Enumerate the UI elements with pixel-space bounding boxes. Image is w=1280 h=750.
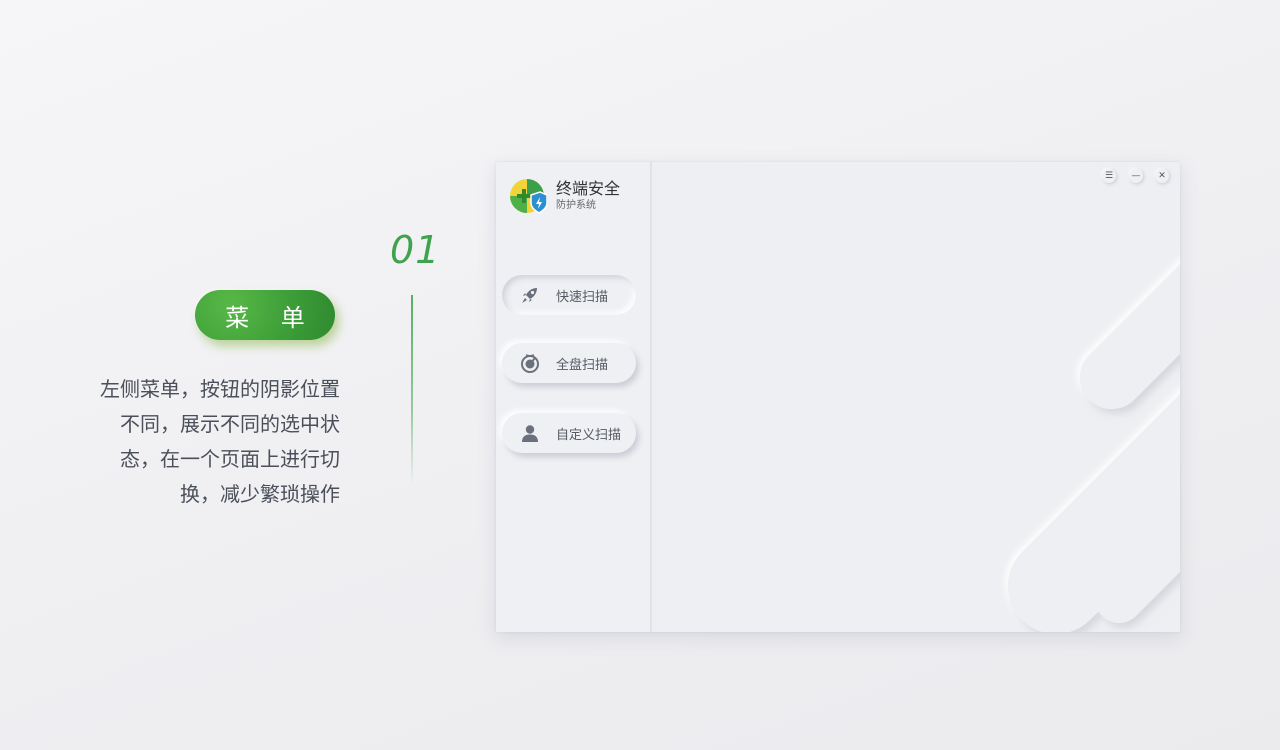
- description-line: 态，在一个页面上进行切: [120, 447, 340, 471]
- nav-custom-scan-button[interactable]: 自定义扫描: [502, 413, 636, 453]
- brand-subtitle: 防护系统: [556, 200, 596, 211]
- step-divider: [411, 295, 413, 485]
- description: 左侧菜单，按钮的阴影位置 不同，展示不同的选中状 态，在一个页面上进行切 换，减…: [60, 372, 340, 512]
- user-icon: [519, 422, 541, 444]
- step-number: 01: [390, 228, 441, 272]
- nav-label: 全盘扫描: [556, 357, 609, 373]
- nav-full-scan-button[interactable]: 全盘扫描: [502, 343, 636, 383]
- settings-button[interactable]: ☰: [1102, 169, 1116, 183]
- radar-icon: [519, 352, 541, 374]
- nav-quick-scan-button[interactable]: 快速扫描: [502, 275, 636, 315]
- main-content: ☰ — ✕: [652, 162, 1180, 632]
- brand: 终端安全 防护系统: [509, 177, 620, 215]
- decorative-stripes: [1007, 264, 1180, 632]
- rocket-icon: [519, 284, 541, 306]
- nav-label: 快速扫描: [556, 289, 609, 305]
- app-window: 终端安全 防护系统 快速扫描 全盘扫描 自定义扫描 ☰ — ✕: [496, 162, 1180, 632]
- menu-label-pill: 菜 单: [195, 290, 335, 340]
- description-line: 换，减少繁琐操作: [180, 482, 340, 506]
- close-button[interactable]: ✕: [1155, 169, 1169, 183]
- description-line: 不同，展示不同的选中状: [120, 412, 340, 436]
- sidebar: 终端安全 防护系统 快速扫描 全盘扫描 自定义扫描: [496, 162, 652, 632]
- minimize-button[interactable]: —: [1129, 169, 1143, 183]
- nav-label: 自定义扫描: [556, 427, 622, 443]
- description-line: 左侧菜单，按钮的阴影位置: [100, 377, 340, 401]
- brand-name: 终端安全: [556, 179, 621, 198]
- shield-logo-icon: [509, 177, 548, 215]
